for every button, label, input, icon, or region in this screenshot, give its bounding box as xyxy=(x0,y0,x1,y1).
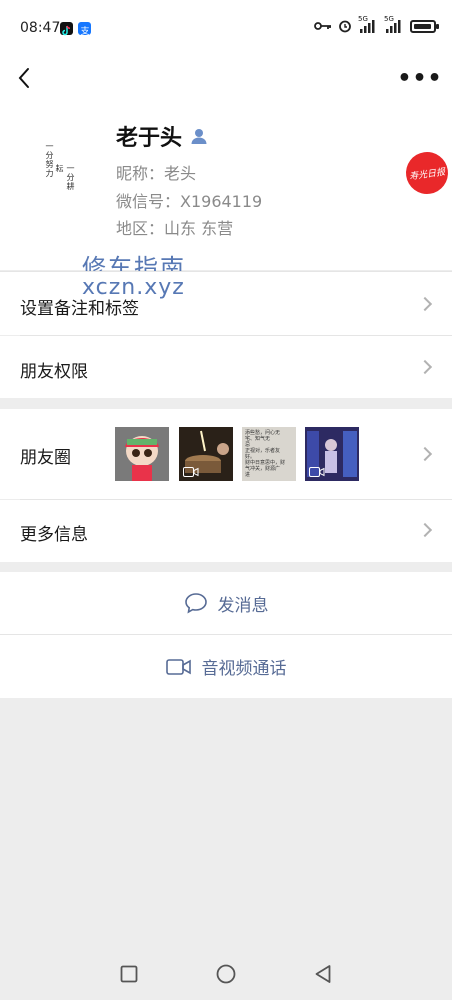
moment-note-text: 添些愁，问心无 宅、知气无 忌 正视对，乐者友 好。 财中日意思中，财 气冲关，… xyxy=(245,430,286,478)
alarm-icon xyxy=(339,20,351,33)
alipay-icon: 支 xyxy=(78,22,91,37)
battery-icon xyxy=(410,19,439,33)
wechat-id: 微信号：X1964119 xyxy=(116,192,263,211)
chevron-right-icon xyxy=(417,446,433,462)
signal-icon: 5G xyxy=(384,15,404,33)
user-icon xyxy=(191,129,207,144)
moment-thumb-party-video[interactable] xyxy=(305,427,359,481)
chevron-right-icon xyxy=(417,296,433,312)
moment-thumb-cake-video[interactable] xyxy=(179,427,233,481)
chevron-right-icon xyxy=(417,359,433,375)
avatar-text: 一分耕耘 xyxy=(55,164,75,191)
video-icon xyxy=(309,467,325,477)
status-time: 08:47 xyxy=(20,20,61,36)
contact-name: 老于头 xyxy=(116,126,183,151)
row-permissions-label: 朋友权限 xyxy=(20,362,88,382)
seal-stamp: 寿光日报 xyxy=(403,149,451,197)
video-camera-icon xyxy=(165,658,191,675)
nav-bar: ••• xyxy=(0,58,452,98)
name-row: 老于头 xyxy=(116,120,208,152)
region: 地区：山东 东营 xyxy=(116,219,234,238)
signal-icon: 5G xyxy=(358,15,378,33)
more-button[interactable]: ••• xyxy=(397,62,441,94)
row-moments[interactable]: 朋友圈 添些愁，问心无 宅、知气无 忌 正视对，乐者友 好。 财中日意思中，财 … xyxy=(0,409,452,499)
tiktok-icon xyxy=(60,22,73,36)
chat-bubble-icon xyxy=(184,593,207,614)
circle-icon xyxy=(216,964,236,984)
network-label: 5G xyxy=(384,15,394,23)
network-label: 5G xyxy=(358,15,368,23)
video-call-label: 音视频通话 xyxy=(201,659,287,679)
svg-text:支: 支 xyxy=(81,25,90,37)
system-nav-bar xyxy=(0,948,452,1000)
row-remarks[interactable]: 设置备注和标签 xyxy=(0,271,452,335)
status-bar: 08:47 支 5G 5G xyxy=(0,0,452,58)
row-moments-label: 朋友圈 xyxy=(20,448,71,468)
recent-apps-button[interactable] xyxy=(117,962,141,986)
home-button[interactable] xyxy=(214,962,238,986)
send-message-label: 发消息 xyxy=(217,595,269,616)
status-icons: 5G 5G xyxy=(314,15,439,33)
chevron-right-icon xyxy=(417,522,433,538)
key-icon xyxy=(314,22,331,30)
back-nav-button[interactable] xyxy=(311,962,335,986)
profile-card: 一分努力 一分耕耘 老于头 昵称：老头 微信号：X1964119 地区：山东 东… xyxy=(0,98,452,270)
row-permissions[interactable]: 朋友权限 xyxy=(0,336,452,398)
avatar[interactable]: 一分努力 一分耕耘 xyxy=(20,116,96,192)
chevron-left-icon xyxy=(18,68,29,88)
video-icon xyxy=(183,467,199,477)
moment-thumb-text-note[interactable]: 添些愁，问心无 宅、知气无 忌 正视对，乐者友 好。 财中日意思中，财 气冲关，… xyxy=(242,427,296,481)
nickname: 昵称：老头 xyxy=(116,164,197,183)
square-icon xyxy=(120,965,138,983)
triangle-back-icon xyxy=(315,965,331,983)
back-button[interactable] xyxy=(10,64,38,92)
send-message-button[interactable]: 发消息 xyxy=(0,572,452,634)
video-call-button[interactable]: 音视频通话 xyxy=(0,635,452,698)
row-more-info-label: 更多信息 xyxy=(20,525,88,545)
moment-thumb-doll[interactable] xyxy=(115,427,169,481)
row-more-info[interactable]: 更多信息 xyxy=(0,500,452,562)
watermark-line2: xczn.xyz xyxy=(82,275,185,300)
